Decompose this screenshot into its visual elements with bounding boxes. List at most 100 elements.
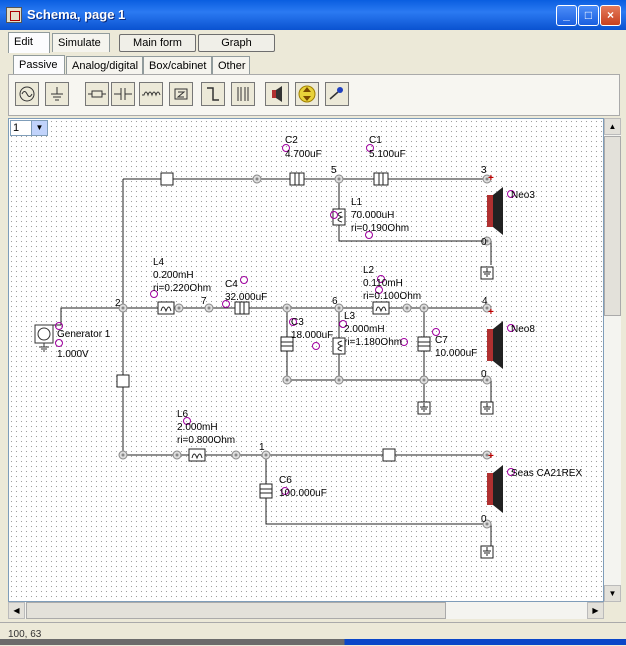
connection-node-dot	[422, 306, 426, 310]
capacitor-symbol	[234, 301, 250, 315]
capacitor-icon[interactable]	[111, 82, 135, 106]
scroll-right-arrow[interactable]: ▶	[587, 602, 604, 619]
component-handle	[240, 276, 248, 284]
scroll-down-arrow[interactable]: ▼	[604, 585, 621, 602]
horizontal-scrollbar[interactable]: ◀ ▶	[8, 602, 604, 619]
c3-value: 18.000uF	[291, 330, 333, 341]
tab-edit[interactable]: Edit	[8, 32, 50, 53]
maximize-button[interactable]: □	[578, 5, 599, 26]
speaker-plus-label: +	[488, 173, 494, 184]
speaker-cone	[493, 321, 503, 369]
speaker-label: Neo8	[511, 324, 535, 335]
wire-segment-box	[382, 448, 396, 462]
sine-source-icon[interactable]	[15, 82, 39, 106]
component-handle	[312, 342, 320, 350]
flip-icon[interactable]	[295, 82, 319, 106]
connection-node-dot	[255, 177, 259, 181]
node-label-0: 0	[481, 237, 487, 248]
component-handle	[55, 339, 63, 347]
main-form-button[interactable]: Main form	[119, 34, 196, 52]
chevron-down-icon[interactable]: ▼	[31, 121, 47, 135]
c3-label: C3	[291, 317, 304, 328]
impedance-icon[interactable]	[169, 82, 193, 106]
speaker-plus-label: +	[488, 307, 494, 318]
connection-node-dot	[337, 378, 341, 382]
node-label-6: 6	[332, 296, 338, 307]
vertical-scrollbar[interactable]: ▲ ▼	[604, 118, 621, 602]
c2-value: 4.700uF	[285, 149, 322, 160]
c4-label: C4	[225, 279, 238, 290]
c2-label: C2	[285, 135, 298, 146]
resistor-icon[interactable]	[85, 82, 109, 106]
tab-analog-digital[interactable]: Analog/digital	[66, 56, 143, 75]
taskbar-strip	[0, 639, 626, 645]
minimize-button[interactable]: _	[556, 5, 577, 26]
scroll-up-arrow[interactable]: ▲	[604, 118, 621, 135]
l3-label: L3	[344, 311, 356, 322]
speaker-icon	[487, 473, 493, 505]
generator-ground	[39, 343, 49, 352]
horizontal-scroll-thumb[interactable]	[26, 602, 446, 619]
tab-simulate[interactable]: Simulate	[52, 33, 110, 52]
scroll-left-arrow[interactable]: ◀	[8, 602, 25, 619]
l1-label: L1	[351, 197, 363, 208]
node-label-3: 3	[481, 165, 487, 176]
tab-other[interactable]: Other	[212, 56, 250, 75]
schematic-drawing[interactable]: Generator 11.000VC24.700uFC15.100uFL170.…	[9, 119, 604, 602]
tab-box-cabinet[interactable]: Box/cabinet	[143, 56, 212, 75]
node-label-5: 5	[331, 165, 337, 176]
connection-node-dot	[121, 453, 125, 457]
l1-ri: ri=0.190Ohm	[351, 223, 409, 234]
l6-ri: ri=0.800Ohm	[177, 435, 235, 446]
component-toolbar	[8, 74, 620, 116]
c6-value: 100.000uF	[279, 488, 327, 499]
close-button[interactable]: ×	[600, 5, 621, 26]
connection-node-dot	[285, 378, 289, 382]
schematic-canvas[interactable]: Generator 1 1.000V C2 4.700uF C1 5.100uF L1 70.…	[8, 118, 604, 602]
connection-node-dot	[234, 453, 238, 457]
graph-button[interactable]: Graph	[198, 34, 275, 52]
connection-node-dot	[337, 177, 341, 181]
node-label-7: 7	[201, 296, 207, 307]
capacitor-symbol	[259, 483, 273, 499]
vertical-scroll-thumb[interactable]	[604, 136, 621, 316]
l2-label: L2	[363, 265, 375, 276]
ground-icon[interactable]	[45, 82, 69, 106]
wire-segment-box	[160, 172, 174, 186]
l6-label: L6	[177, 409, 189, 420]
l6-value: 2.000mH	[177, 422, 218, 433]
capacitor-symbol	[289, 172, 305, 186]
node-label-1: 1	[259, 442, 265, 453]
tab-passive[interactable]: Passive	[13, 55, 65, 76]
speaker-icon	[487, 329, 493, 361]
speaker-icon	[487, 195, 493, 227]
transformer-icon[interactable]	[231, 82, 255, 106]
app-icon	[6, 7, 22, 23]
speaker-icon[interactable]	[265, 82, 289, 106]
inductor-icon[interactable]	[139, 82, 163, 106]
connection-node-dot	[121, 306, 125, 310]
connection-node-dot	[177, 306, 181, 310]
c6-label: C6	[279, 475, 292, 486]
title-bar[interactable]: Schema, page 1 _ □ ×	[0, 0, 626, 30]
schema-window: Schema, page 1 _ □ × Edit Simulate Main …	[0, 0, 626, 646]
switch-icon[interactable]	[201, 82, 225, 106]
page-select[interactable]: 1 ▼	[10, 120, 48, 136]
probe-icon[interactable]	[325, 82, 349, 106]
l2-ri: ri=0.100Ohm	[363, 291, 421, 302]
l4-label: L4	[153, 257, 165, 268]
speaker-plus-label: +	[488, 451, 494, 462]
speaker-label: Neo3	[511, 190, 535, 201]
l4-ri: ri=0.220Ohm	[153, 283, 211, 294]
node-label-0b: 0	[481, 369, 487, 380]
page-select-value: 1	[13, 122, 20, 134]
l4-value: 0.200mH	[153, 270, 194, 281]
connection-node-dot	[422, 378, 426, 382]
connection-node-dot	[207, 306, 211, 310]
c7-label: C7	[435, 335, 448, 346]
l1-value: 70.000uH	[351, 210, 394, 221]
connection-node-dot	[285, 306, 289, 310]
connection-node-dot	[337, 306, 341, 310]
l2-value: 0.110mH	[363, 278, 403, 289]
c1-label: C1	[369, 135, 382, 146]
